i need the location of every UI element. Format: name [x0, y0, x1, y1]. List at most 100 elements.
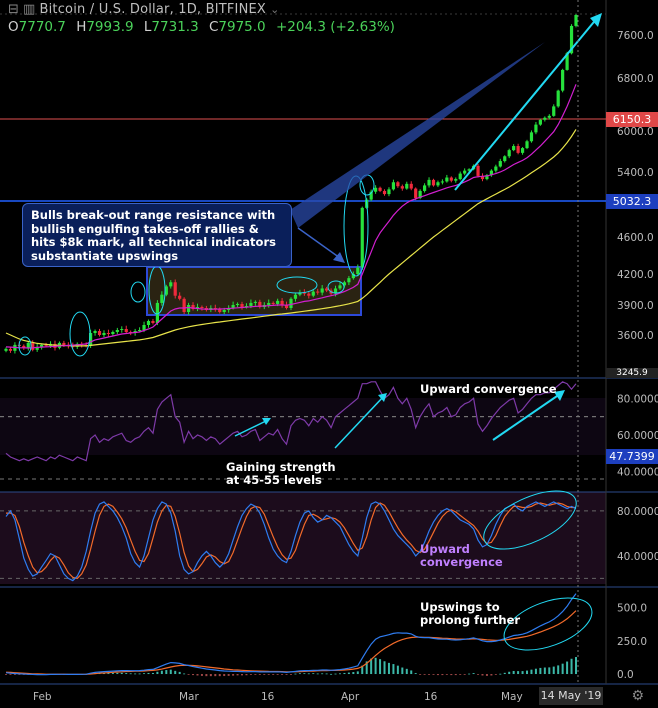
- candle-body: [31, 342, 35, 350]
- macd-histogram-bar: [561, 663, 564, 675]
- candle-body: [552, 106, 556, 116]
- macd-histogram-bar: [276, 674, 279, 675]
- macd-histogram-bar: [263, 674, 266, 675]
- candle-body: [4, 348, 8, 351]
- candle-body: [445, 177, 449, 182]
- candle-body: [293, 294, 298, 299]
- price-tick-label: 6800.0: [617, 73, 654, 85]
- macd-histogram-bar: [9, 674, 12, 675]
- candle-body: [574, 15, 578, 26]
- change-value: +204.3 (+2.63%): [275, 19, 395, 35]
- candle-body: [186, 305, 191, 312]
- macd-histogram-bar: [169, 669, 172, 675]
- candle-body: [146, 321, 151, 325]
- time-tick-label: 16: [424, 691, 438, 703]
- candle-body: [520, 148, 525, 153]
- macd-histogram-bar: [165, 670, 168, 675]
- macd-histogram-bar: [423, 674, 426, 675]
- macd-histogram-bar: [290, 674, 292, 675]
- macd-histogram-bar: [298, 673, 301, 675]
- macd-histogram-bar: [334, 673, 337, 675]
- macd-histogram-bar: [116, 672, 119, 675]
- time-tick-label: May: [501, 691, 523, 703]
- macd-histogram-bar: [387, 662, 390, 675]
- candle-body: [360, 207, 364, 268]
- breakout-callout: Bulls break-out range resistance with bu…: [22, 203, 292, 267]
- macd-histogram-bar: [428, 674, 431, 675]
- support-price-tag: 5032.3: [606, 194, 658, 209]
- settings-chevron-icon[interactable]: ⌄: [270, 3, 279, 16]
- candle-body: [200, 307, 204, 308]
- close-value: 7975.0: [218, 19, 266, 35]
- high-value: 7993.9: [86, 19, 134, 35]
- macd-histogram-bar: [174, 670, 177, 675]
- candle-body: [97, 331, 102, 335]
- candle-body: [111, 332, 115, 334]
- macd-histogram-bar: [200, 674, 203, 676]
- rsi-value-tag: 47.7399: [606, 449, 658, 464]
- macd-histogram-bar: [405, 668, 408, 675]
- candle-body: [320, 288, 324, 293]
- bar-style-icon[interactable]: ▥: [23, 2, 35, 17]
- settings-gear-icon[interactable]: ⚙: [631, 688, 644, 704]
- candle-body: [436, 182, 440, 186]
- macd-histogram-bar: [539, 667, 542, 675]
- candle-body: [155, 302, 160, 323]
- macd-histogram-bar: [129, 673, 132, 675]
- macd-histogram-bar: [272, 674, 275, 675]
- candle-body: [494, 166, 498, 171]
- candle-body: [222, 310, 226, 312]
- macd-histogram-bar: [147, 672, 150, 675]
- macd-histogram-bar: [570, 658, 573, 675]
- candle-body: [120, 329, 124, 330]
- price-tick-label: 5400.0: [617, 167, 654, 179]
- collapse-icon[interactable]: ⊟: [8, 2, 19, 17]
- macd-histogram-bar: [183, 673, 186, 675]
- macd-histogram-bar: [463, 674, 466, 675]
- stoch-convergence-note-2: convergence: [420, 555, 503, 569]
- rsi-tick-label: 40.0000: [617, 467, 658, 479]
- macd-histogram-bar: [5, 674, 7, 675]
- candle-body: [454, 179, 458, 181]
- candle-body: [538, 119, 542, 125]
- macd-histogram-bar: [281, 674, 284, 675]
- candle-body: [431, 179, 436, 186]
- macd-histogram-bar: [294, 673, 297, 675]
- candle-body: [307, 293, 311, 296]
- macd-histogram-bar: [13, 674, 16, 675]
- macd-tick-label: 250.0: [617, 636, 647, 648]
- macd-histogram-bar: [552, 666, 555, 675]
- candle-body: [142, 325, 146, 330]
- macd-histogram-bar: [249, 674, 252, 675]
- stoch-tick-label: 80.0000: [617, 506, 658, 518]
- time-tick-label: Feb: [33, 691, 52, 703]
- macd-histogram-bar: [396, 665, 399, 675]
- candle-body: [476, 165, 480, 176]
- candle-body: [271, 302, 275, 304]
- close-label: C: [208, 19, 219, 35]
- symbol-header: ⊟ ▥ Bitcoin / U.S. Dollar, 1D, BITFINEX …: [8, 2, 279, 17]
- macd-histogram-bar: [432, 674, 435, 675]
- crosshair-date-badge: 14 May '19: [539, 687, 603, 705]
- macd-histogram-bar: [245, 674, 248, 676]
- macd-histogram-bar: [517, 671, 520, 675]
- candle-body: [529, 132, 534, 142]
- candle-body: [338, 285, 342, 289]
- macd-histogram-bar: [338, 673, 341, 675]
- rsi-tick-label: 80.0000: [617, 393, 658, 405]
- candle-body: [280, 300, 284, 305]
- low-value: 7731.3: [151, 19, 199, 35]
- price-tick-label: 6000.0: [617, 126, 654, 138]
- macd-histogram-bar: [258, 674, 261, 675]
- macd-histogram-bar: [143, 673, 146, 675]
- candle-body: [106, 333, 111, 334]
- macd-histogram-bar: [321, 673, 324, 675]
- open-label: O: [8, 19, 19, 35]
- candle-body: [289, 298, 293, 308]
- macd-histogram-bar: [236, 674, 239, 676]
- candle-body: [182, 298, 186, 312]
- price-tick-label: 3600.0: [617, 330, 654, 342]
- candle-body: [160, 294, 164, 303]
- symbol-title: Bitcoin / U.S. Dollar, 1D, BITFINEX: [39, 2, 267, 17]
- macd-histogram-bar: [196, 674, 199, 676]
